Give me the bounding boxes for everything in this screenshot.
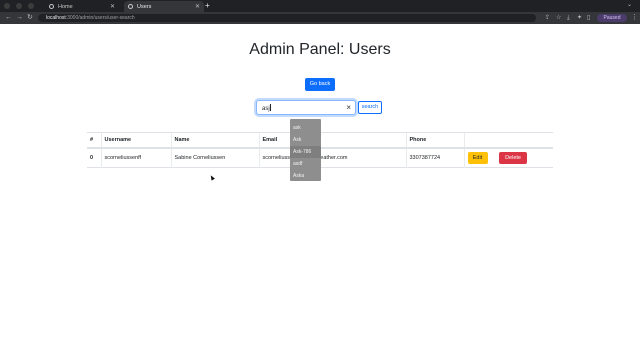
sidebar-icon[interactable]: ▯ — [587, 13, 590, 23]
browser-toolbar: ← → ↻ localhost:3000/admin/users/user-se… — [0, 12, 640, 24]
browser-tab-strip: Home ✕ Users ✕ + ⌄ — [0, 0, 640, 12]
column-header-name: Name — [170, 132, 259, 149]
suggestion-item[interactable]: Ask-786 — [290, 146, 321, 158]
globe-icon — [49, 4, 54, 9]
search-input[interactable]: asj × — [256, 100, 356, 115]
profile-paused-badge[interactable]: Paused — [597, 14, 627, 22]
back-arrow-icon[interactable]: ← — [5, 13, 12, 23]
tab-label: Users — [137, 3, 152, 10]
text-caret — [270, 104, 271, 111]
new-tab-button[interactable]: + — [205, 1, 210, 10]
cell-index: 0 — [87, 147, 101, 168]
cell-name: Sabine Corneliussen — [170, 147, 259, 168]
close-tab-icon[interactable]: ✕ — [110, 3, 115, 10]
window-maximize-icon[interactable] — [28, 3, 34, 9]
edit-button[interactable]: Edit — [467, 151, 488, 164]
column-header-username: Username — [100, 132, 171, 149]
column-header-index: # — [87, 132, 101, 149]
cell-username: scorneliussenff — [100, 147, 171, 168]
tab-home[interactable]: Home ✕ — [45, 1, 119, 12]
url-path: :3000/admin/users/user-search — [65, 15, 135, 21]
window-minimize-icon[interactable] — [16, 3, 22, 9]
suggestion-item[interactable]: Aska — [290, 170, 321, 182]
close-tab-icon[interactable]: ✕ — [195, 3, 200, 10]
globe-icon — [128, 4, 133, 9]
suggestion-item[interactable]: Ask — [290, 134, 321, 146]
cell-actions: Edit Delete — [463, 147, 553, 168]
bookmark-star-icon[interactable]: ☆ — [556, 13, 561, 23]
column-header-email: Email — [258, 132, 406, 149]
window-menu-icon[interactable] — [4, 3, 10, 9]
tab-label: Home — [58, 3, 73, 10]
tab-search-icon[interactable]: ⌄ — [627, 1, 632, 8]
search-button[interactable]: search — [358, 101, 382, 114]
address-bar[interactable]: localhost:3000/admin/users/user-search — [38, 14, 536, 22]
column-header-phone: Phone — [405, 132, 464, 149]
cell-email: scorneliussenff@accuweather.com — [258, 147, 406, 168]
go-back-button[interactable]: Go back — [305, 78, 335, 91]
extensions-icon[interactable]: ✦ — [577, 13, 582, 23]
forward-arrow-icon[interactable]: → — [16, 13, 23, 23]
reload-icon[interactable]: ↻ — [27, 13, 33, 23]
url-host: localhost — [46, 15, 66, 21]
page-title: Admin Panel: Users — [249, 41, 391, 58]
suggestion-item[interactable]: ask — [290, 122, 321, 134]
kebab-menu-icon[interactable]: ⋮ — [631, 13, 638, 23]
cell-phone: 3307387724 — [405, 147, 464, 168]
search-input-value: asj — [262, 104, 271, 112]
column-header-actions — [463, 132, 553, 149]
mouse-cursor-icon — [209, 174, 215, 181]
clear-search-icon[interactable]: × — [346, 103, 351, 112]
delete-button[interactable]: Delete — [499, 151, 528, 164]
search-suggestions-dropdown: ask Ask Ask-786 asdf Aska — [290, 119, 321, 181]
tab-users[interactable]: Users ✕ — [124, 1, 204, 12]
download-icon[interactable]: ⤓ — [567, 13, 570, 23]
suggestion-item[interactable]: asdf — [290, 158, 321, 170]
share-icon[interactable]: ⇪ — [545, 13, 550, 23]
